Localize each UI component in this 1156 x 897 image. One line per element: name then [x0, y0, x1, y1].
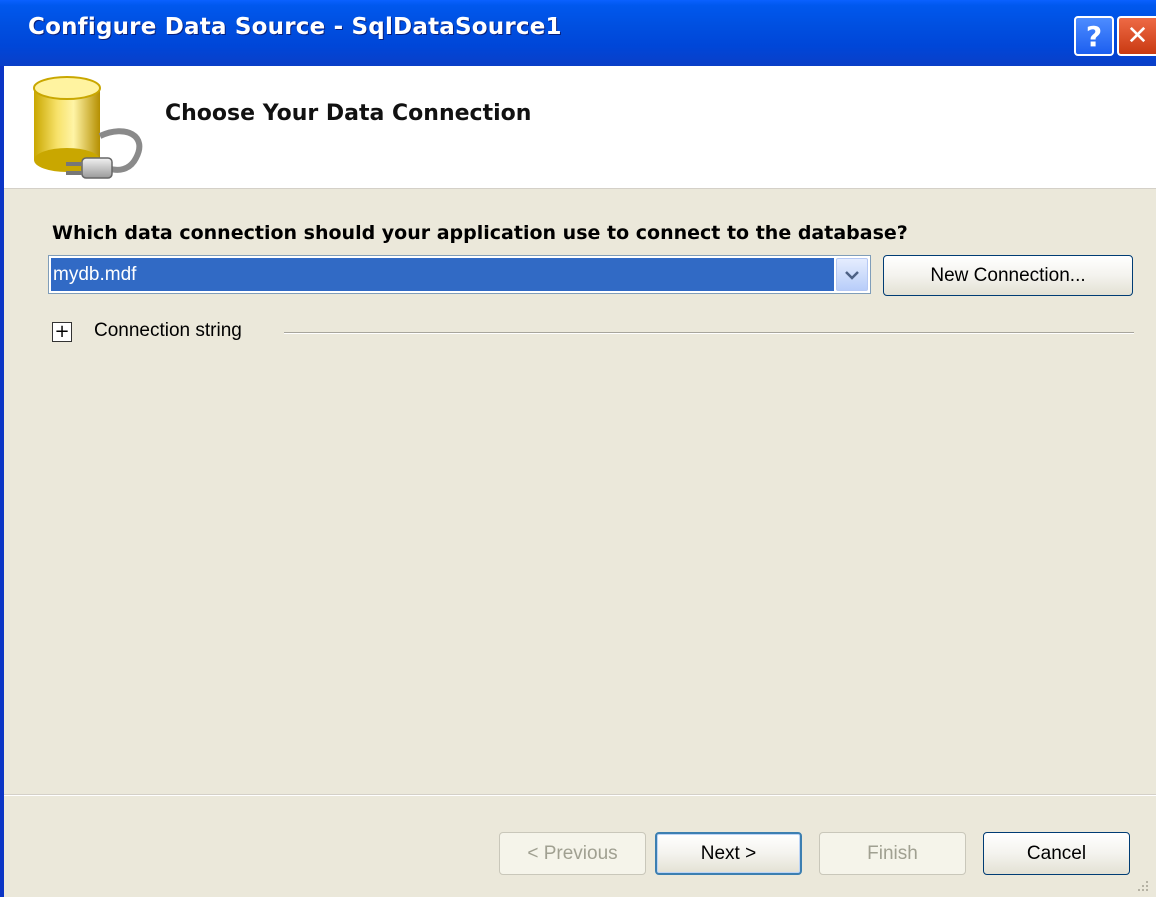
database-plug-icon	[33, 76, 143, 179]
expand-icon[interactable]: +	[52, 322, 72, 342]
help-button[interactable]: ?	[1074, 16, 1114, 56]
wizard-header: Choose Your Data Connection	[4, 66, 1156, 188]
close-icon: ✕	[1126, 21, 1149, 51]
connection-select-value: mydb.mdf	[51, 258, 834, 291]
connection-string-label[interactable]: Connection string	[94, 320, 242, 342]
next-button[interactable]: Next >	[655, 832, 802, 875]
finish-button[interactable]: Finish	[819, 832, 966, 875]
previous-button[interactable]: < Previous	[499, 832, 646, 875]
chevron-down-icon	[845, 270, 859, 280]
connection-question: Which data connection should your applic…	[52, 222, 908, 244]
connection-select[interactable]: mydb.mdf	[48, 255, 871, 294]
dropdown-arrow-button[interactable]	[836, 258, 868, 291]
resize-grip-icon[interactable]	[1136, 879, 1150, 893]
wizard-body: Which data connection should your applic…	[4, 189, 1156, 897]
close-button[interactable]: ✕	[1117, 16, 1156, 56]
window-title: Configure Data Source - SqlDataSource1	[28, 14, 562, 40]
page-title: Choose Your Data Connection	[165, 101, 532, 126]
title-bar[interactable]: Configure Data Source - SqlDataSource1 ?…	[0, 0, 1156, 66]
connection-string-divider	[284, 332, 1134, 334]
footer-divider	[4, 794, 1156, 796]
cancel-button[interactable]: Cancel	[983, 832, 1130, 875]
new-connection-button[interactable]: New Connection...	[883, 255, 1133, 296]
help-icon: ?	[1085, 19, 1103, 53]
